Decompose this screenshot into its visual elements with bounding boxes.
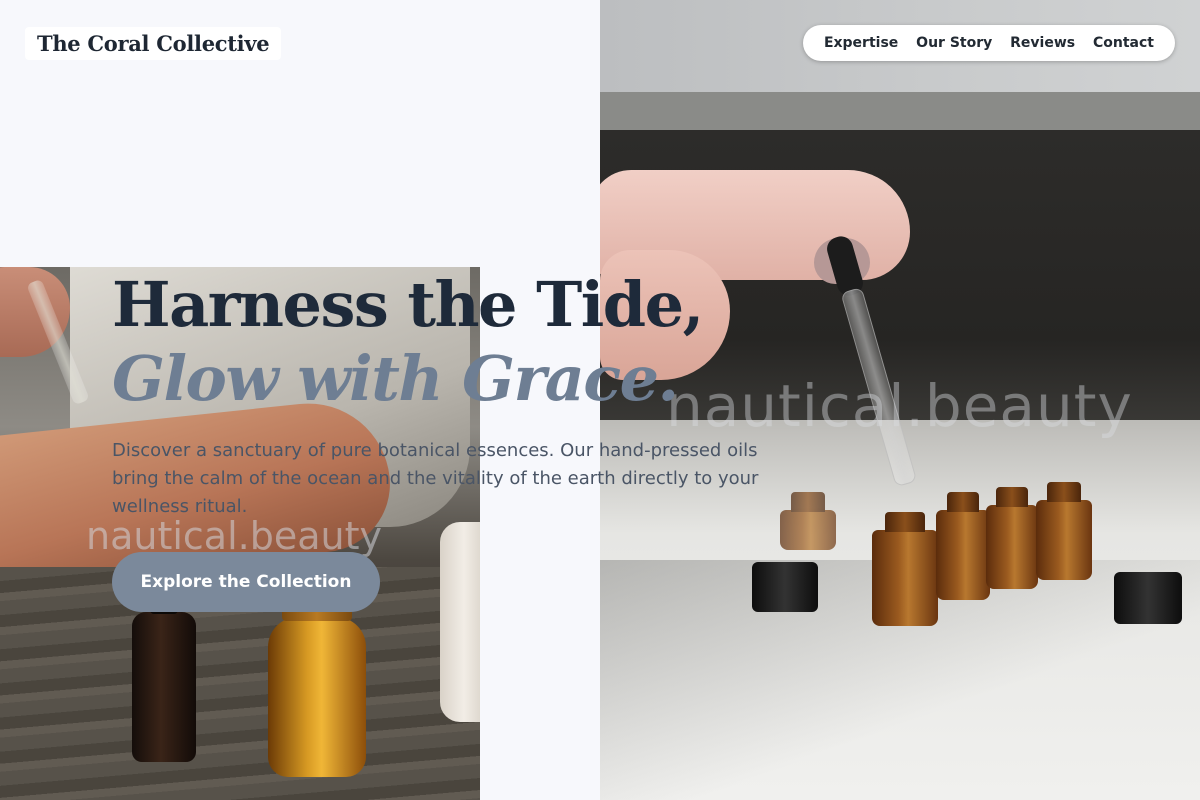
nav-link-our-story[interactable]: Our Story bbox=[916, 35, 992, 51]
hero-headline: Harness the Tide, Glow with Grace. bbox=[112, 268, 704, 416]
hero-headline-line2: Glow with Grace. bbox=[112, 342, 679, 415]
main-nav: Expertise Our Story Reviews Contact bbox=[803, 25, 1175, 61]
explore-collection-button[interactable]: Explore the Collection bbox=[112, 552, 380, 612]
landing-page: The Coral Collective Expertise Our Story… bbox=[0, 0, 1200, 800]
nav-link-reviews[interactable]: Reviews bbox=[1010, 35, 1075, 51]
hero-description: Discover a sanctuary of pure botanical e… bbox=[112, 440, 759, 517]
hero-headline-line1: Harness the Tide, bbox=[112, 268, 704, 341]
brand-logo[interactable]: The Coral Collective bbox=[25, 27, 282, 60]
nav-link-contact[interactable]: Contact bbox=[1093, 35, 1154, 51]
nav-link-expertise[interactable]: Expertise bbox=[824, 35, 898, 51]
